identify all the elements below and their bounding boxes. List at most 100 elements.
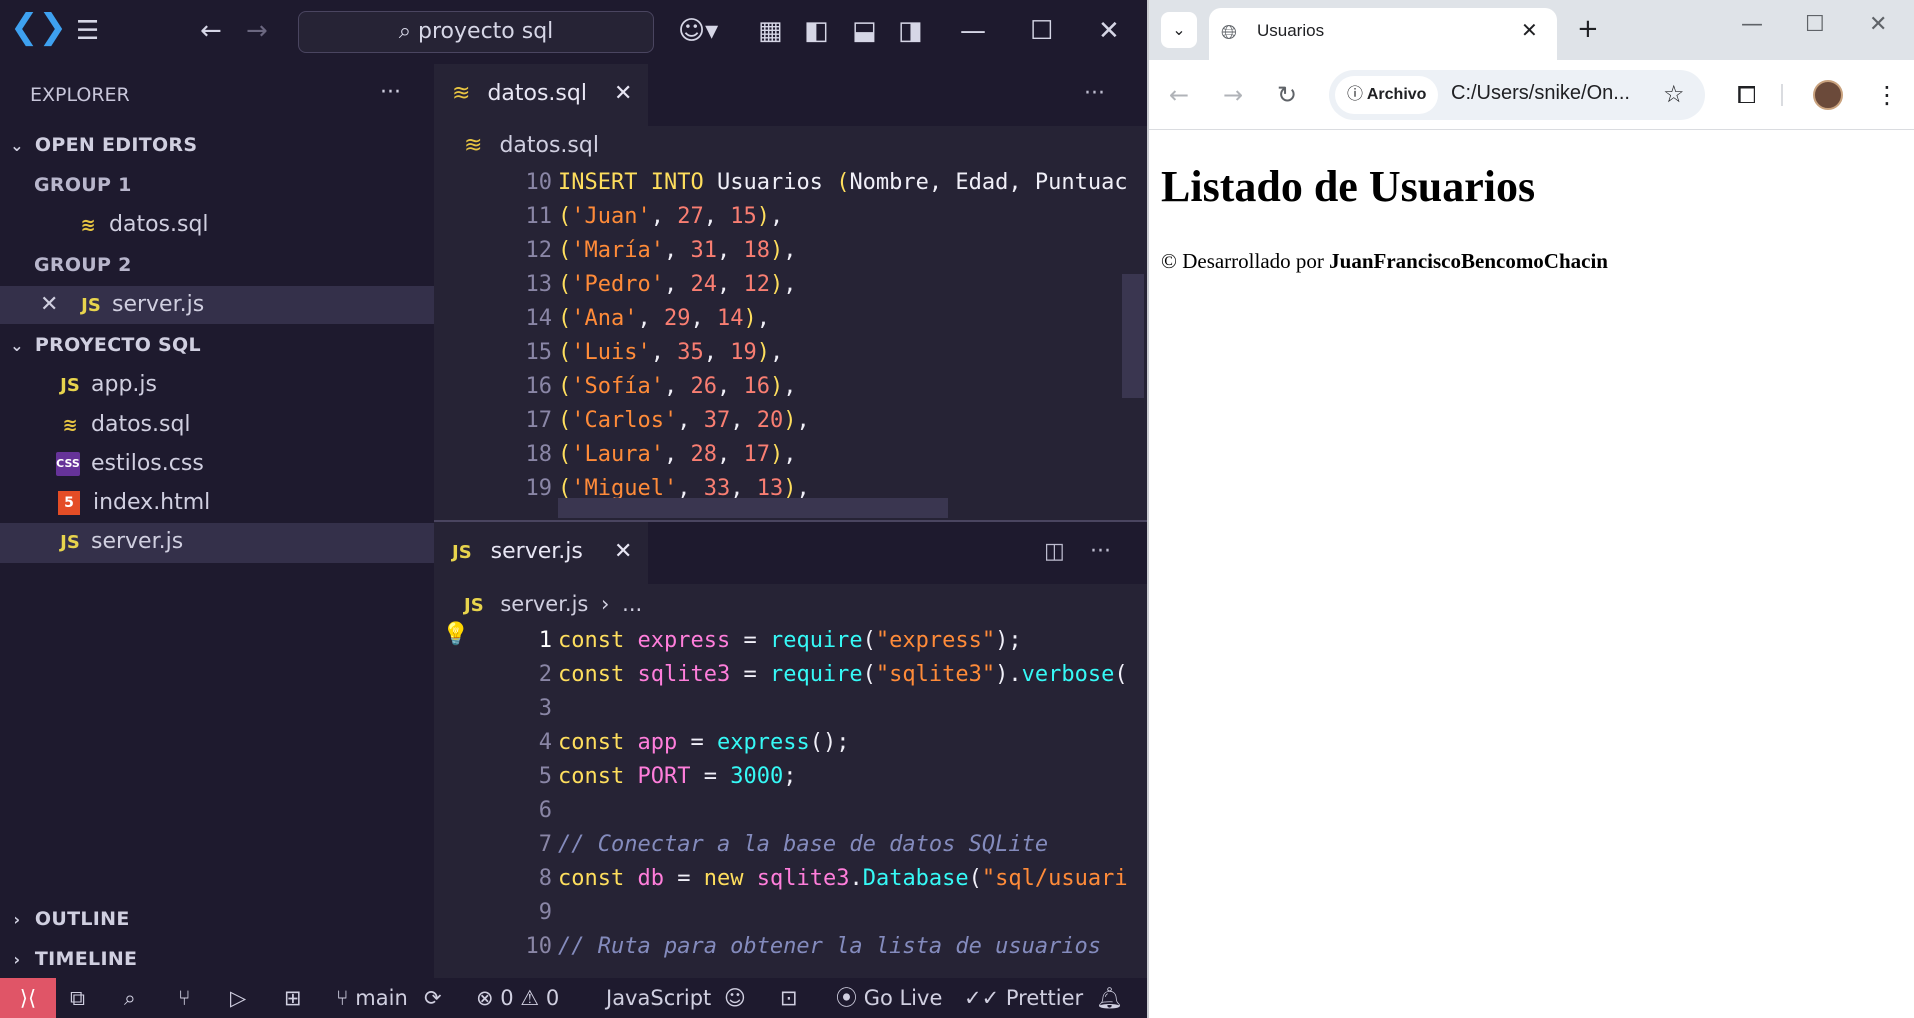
minimap-slider[interactable] xyxy=(1122,274,1144,398)
code-line[interactable]: ('Luis', 35, 19), xyxy=(558,336,783,370)
copilot-status-icon[interactable]: ☺ xyxy=(724,978,746,1018)
outline-section[interactable]: › OUTLINE xyxy=(0,900,434,938)
minimize-icon[interactable]: — xyxy=(1741,12,1763,37)
explorer-activity-icon[interactable]: ⧉ xyxy=(70,978,85,1018)
file-estilos-css[interactable]: CSS estilos.css xyxy=(0,445,434,483)
branch-status[interactable]: ⑂ main xyxy=(336,978,408,1018)
notifications-bell-icon[interactable]: 🔔︎ xyxy=(1096,978,1123,1018)
profile-avatar[interactable] xyxy=(1813,80,1843,110)
explorer-more-icon[interactable]: ··· xyxy=(380,74,420,112)
tab-server-js[interactable]: JS server.js ✕ xyxy=(434,522,648,584)
code-line[interactable]: const express = require("express"); xyxy=(558,624,1022,658)
forward-arrow-icon[interactable]: → xyxy=(1223,80,1243,110)
editor-datos-sql[interactable]: ≋ datos.sql 10 INSERT INTO Usuarios (Nomb… xyxy=(434,126,1147,520)
close-tab-icon[interactable]: ✕ xyxy=(614,64,632,124)
code-line[interactable]: const PORT = 3000; xyxy=(558,760,796,794)
code-line[interactable]: // Conectar a la base de datos SQLite xyxy=(558,828,1048,862)
address-bar[interactable]: ⓘ Archivo C:/Users/snike/On... ☆ xyxy=(1329,70,1705,120)
database-icon: ≋ xyxy=(80,215,96,236)
maximize-icon[interactable]: ☐ xyxy=(1030,16,1053,46)
file-app-js[interactable]: JS app.js xyxy=(0,366,434,404)
code-line[interactable]: ('María', 31, 18), xyxy=(558,234,796,268)
breadcrumb-file[interactable]: datos.sql xyxy=(499,133,599,158)
open-editor-server-js[interactable]: ✕ JS server.js xyxy=(0,286,434,324)
source-control-icon[interactable]: ⑂ xyxy=(178,978,191,1018)
terminal-icon[interactable]: ⊡ xyxy=(780,978,798,1018)
close-window-icon[interactable]: ✕ xyxy=(1098,16,1120,46)
branch-label: main xyxy=(355,986,408,1010)
language-mode[interactable]: JavaScript xyxy=(606,978,711,1018)
file-index-html[interactable]: 5 index.html xyxy=(0,484,434,522)
timeline-section[interactable]: › TIMELINE xyxy=(0,940,434,978)
new-tab-icon[interactable]: + xyxy=(1577,14,1599,44)
back-arrow-icon[interactable]: ← xyxy=(1169,80,1189,110)
back-arrow-icon[interactable]: ← xyxy=(200,16,222,46)
breadcrumb: ≋ datos.sql xyxy=(464,126,599,166)
code-line[interactable]: ('Laura', 28, 17), xyxy=(558,438,796,472)
copilot-icon[interactable]: ☺▾ xyxy=(678,16,718,46)
breadcrumb-symbol[interactable]: ... xyxy=(622,592,642,616)
url-text[interactable]: C:/Users/snike/On... xyxy=(1451,82,1630,105)
extensions-icon[interactable]: ⊞ xyxy=(284,978,302,1018)
extensions-puzzle-icon[interactable]: ⧠ xyxy=(1737,80,1756,110)
line-number: 12 xyxy=(525,238,553,263)
close-editor-icon[interactable]: ✕ xyxy=(40,286,70,324)
breadcrumb-file[interactable]: server.js xyxy=(500,592,588,616)
line-number: 14 xyxy=(525,306,553,331)
open-editor-datos-sql[interactable]: ≋ datos.sql xyxy=(0,206,434,244)
line-number: 1 xyxy=(538,628,552,653)
sync-icon[interactable]: ⟳ xyxy=(424,978,442,1018)
code-line[interactable]: const sqlite3 = require("sqlite3").verbo… xyxy=(558,658,1128,692)
prettier-status[interactable]: ✓✓ Prettier xyxy=(964,978,1083,1018)
javascript-icon: JS xyxy=(60,532,80,553)
go-live-button[interactable]: ⦿ Go Live xyxy=(836,978,942,1018)
code-line[interactable]: ('Ana', 29, 14), xyxy=(558,302,770,336)
problems-status[interactable]: ⊗ 0 ⚠ 0 xyxy=(476,978,559,1018)
javascript-icon: JS xyxy=(452,542,472,563)
file-label: datos.sql xyxy=(91,412,191,437)
browser-tab-usuarios[interactable]: 🌐︎ Usuarios ✕ xyxy=(1209,8,1557,60)
file-label: app.js xyxy=(91,372,157,397)
run-debug-icon[interactable]: ▷ xyxy=(230,978,246,1018)
file-server-js[interactable]: JS server.js xyxy=(0,523,434,563)
code-line[interactable]: const db = new sqlite3.Database("sql/usu… xyxy=(558,862,1128,896)
command-center-search[interactable]: ⌕ proyecto sql xyxy=(298,11,654,53)
group-2-label: GROUP 2 xyxy=(34,254,132,276)
horizontal-scrollbar[interactable] xyxy=(558,498,948,518)
editor-more-icon[interactable]: ··· xyxy=(1090,522,1111,584)
code-line[interactable]: ('Pedro', 24, 12), xyxy=(558,268,796,302)
code-line[interactable]: ('Carlos', 37, 20), xyxy=(558,404,810,438)
css-icon: CSS xyxy=(56,452,80,476)
bookmark-star-icon[interactable]: ☆ xyxy=(1663,80,1685,108)
split-editor-icon[interactable]: ◫ xyxy=(1044,522,1065,584)
code-line[interactable]: // Ruta para obtener la lista de usuario… xyxy=(558,930,1101,964)
minimize-icon[interactable]: — xyxy=(960,16,986,46)
code-line[interactable]: const app = express(); xyxy=(558,726,849,760)
timeline-label: TIMELINE xyxy=(34,948,138,970)
code-line[interactable]: ('Sofía', 26, 16), xyxy=(558,370,796,404)
tab-datos-sql[interactable]: ≋ datos.sql ✕ xyxy=(434,64,648,126)
close-tab-icon[interactable]: ✕ xyxy=(614,522,632,582)
maximize-icon[interactable]: ☐ xyxy=(1805,12,1825,37)
close-tab-icon[interactable]: ✕ xyxy=(1521,18,1538,42)
toggle-secondary-sidebar-icon[interactable]: ◨ xyxy=(898,16,923,46)
toggle-panel-icon[interactable]: ⬓ xyxy=(852,16,877,46)
open-editors-section[interactable]: ⌄ OPEN EDITORS xyxy=(0,126,434,164)
search-activity-icon[interactable]: ⌕ xyxy=(124,978,136,1018)
close-window-icon[interactable]: ✕ xyxy=(1869,12,1887,37)
layout-customize-icon[interactable]: ▦ xyxy=(758,16,783,46)
tab-search-chevron-icon[interactable]: ⌄ xyxy=(1161,12,1197,48)
code-line[interactable]: ('Juan', 27, 15), xyxy=(558,200,783,234)
editor-more-icon[interactable]: ··· xyxy=(1084,64,1105,126)
file-datos-sql[interactable]: ≋ datos.sql xyxy=(0,406,434,444)
forward-arrow-icon[interactable]: → xyxy=(246,16,268,46)
code-line[interactable]: INSERT INTO Usuarios (Nombre, Edad, Punt… xyxy=(558,166,1128,200)
remote-indicator-icon[interactable]: ⟩⟨ xyxy=(0,978,56,1018)
project-section[interactable]: ⌄ PROYECTO SQL xyxy=(0,326,434,364)
kebab-menu-icon[interactable]: ⋮ xyxy=(1875,80,1899,110)
editor-server-js[interactable]: JS server.js › ... 💡 1 const express = re… xyxy=(434,584,1147,978)
site-info-chip[interactable]: ⓘ Archivo xyxy=(1335,76,1439,114)
menu-icon[interactable]: ☰ xyxy=(76,16,99,46)
toggle-sidebar-icon[interactable]: ◧ xyxy=(804,16,829,46)
reload-icon[interactable]: ↻ xyxy=(1277,80,1297,110)
